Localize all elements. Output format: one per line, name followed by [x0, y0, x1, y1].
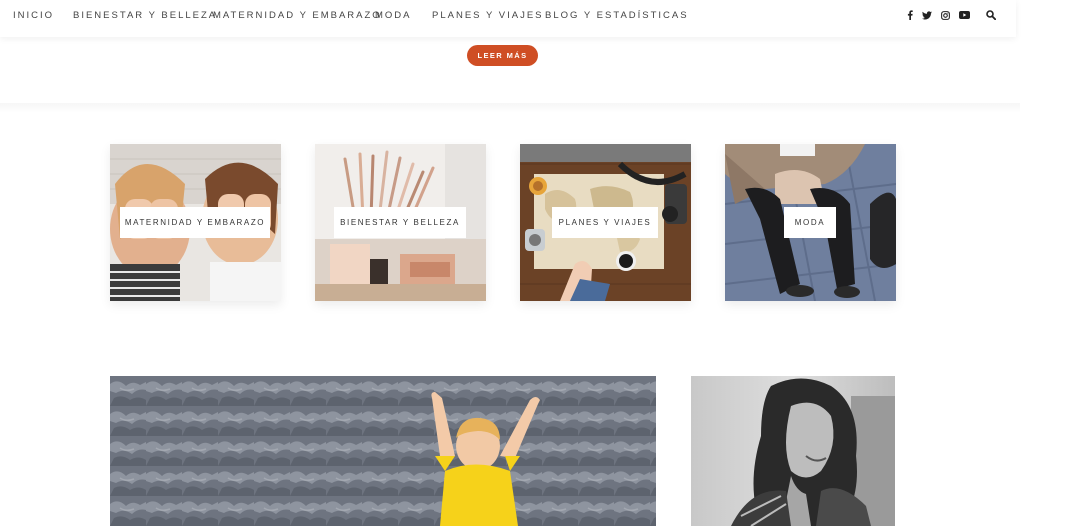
instagram-icon[interactable]	[939, 9, 951, 21]
author-photo	[691, 376, 895, 526]
category-label: MATERNIDAD Y EMBARAZO	[120, 207, 270, 238]
author-portrait[interactable]	[691, 376, 895, 526]
nav-item-maternidad-y-embarazo[interactable]: MATERNIDAD Y EMBARAZO	[213, 10, 382, 21]
top-navigation: INICIO BIENESTAR Y BELLEZA MATERNIDAD Y …	[0, 0, 1016, 37]
search-icon[interactable]	[985, 9, 997, 21]
facebook-icon[interactable]	[904, 9, 916, 21]
youtube-icon[interactable]	[958, 9, 970, 21]
read-more-button[interactable]: LEER MÁS	[467, 45, 538, 66]
category-card-bienestar-y-belleza[interactable]: BIENESTAR Y BELLEZA	[315, 144, 486, 301]
category-label: BIENESTAR Y BELLEZA	[334, 207, 466, 238]
featured-post-image[interactable]	[110, 376, 656, 526]
category-card-moda[interactable]: MODA	[725, 144, 896, 301]
category-card-planes-y-viajes[interactable]: PLANES Y VIAJES	[520, 144, 691, 301]
nav-item-bienestar-y-belleza[interactable]: BIENESTAR Y BELLEZA	[73, 10, 217, 21]
category-label: MODA	[784, 207, 836, 238]
category-card-maternidad-y-embarazo[interactable]: MATERNIDAD Y EMBARAZO	[110, 144, 281, 301]
category-label: PLANES Y VIAJES	[552, 207, 658, 238]
nav-item-blog-y-estadisticas[interactable]: BLOG Y ESTADÍSTICAS	[545, 10, 689, 21]
twitter-icon[interactable]	[921, 9, 933, 21]
nav-item-inicio[interactable]: INICIO	[13, 10, 54, 21]
nav-item-moda[interactable]: MODA	[375, 10, 412, 21]
nav-item-planes-y-viajes[interactable]: PLANES Y VIAJES	[432, 10, 544, 21]
hero-image-child-jumping	[110, 376, 656, 526]
section-divider	[0, 103, 1020, 113]
